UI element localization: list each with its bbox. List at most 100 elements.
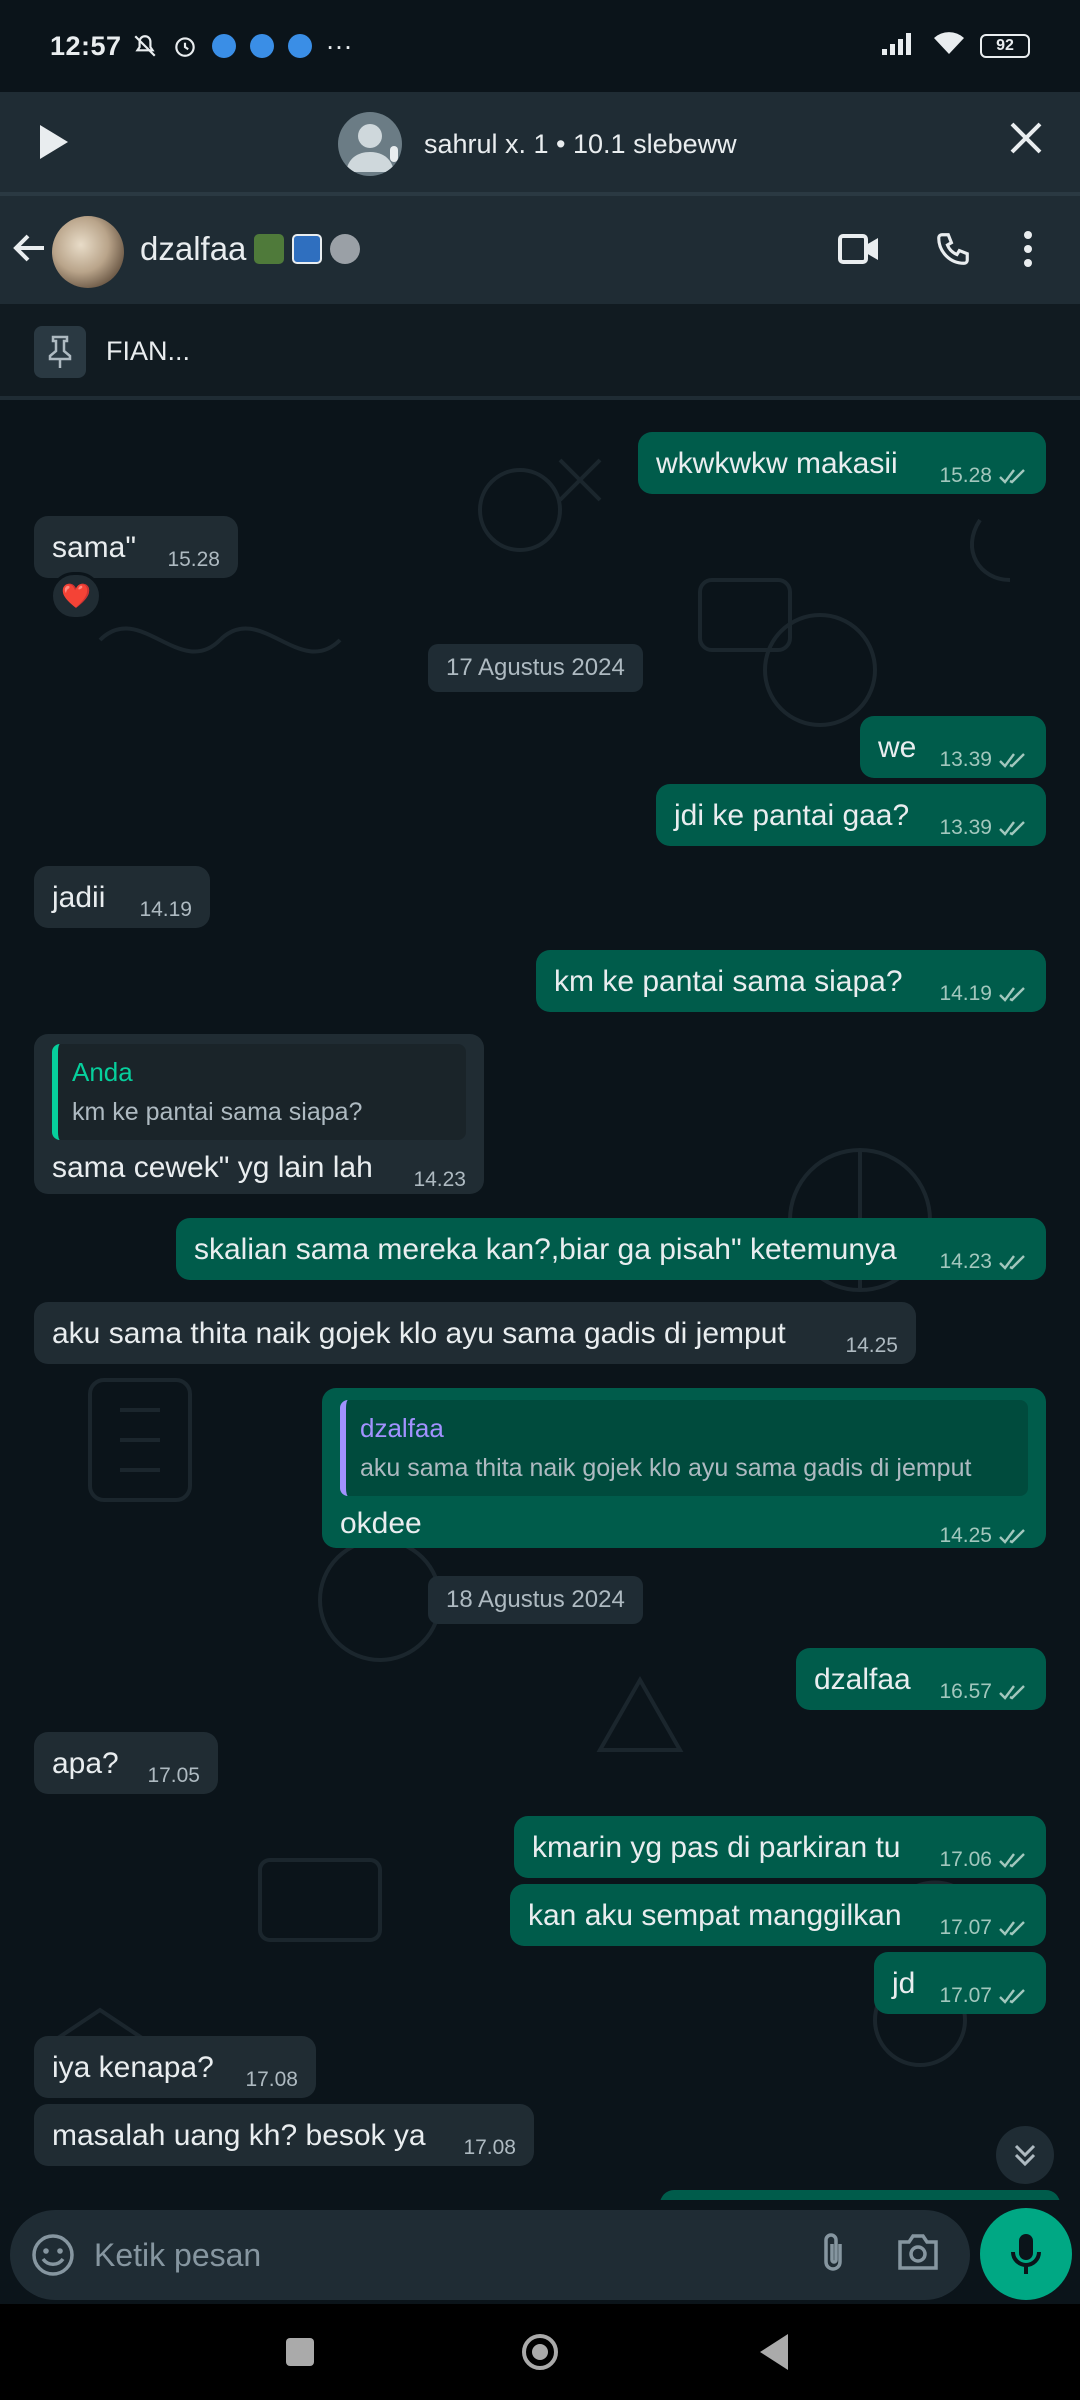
- caller-avatar: [338, 112, 402, 176]
- pin-icon: [34, 326, 86, 378]
- message-text: sama cewek" yg lain lah: [52, 1151, 373, 1184]
- message-time: 14.25: [939, 1524, 992, 1547]
- battery-icon: 92: [980, 34, 1030, 58]
- outgoing-message[interactable]: skalian sama mereka kan?,biar ga pisah" …: [176, 1218, 1046, 1280]
- dinosaur-emoji-icon: [254, 234, 285, 264]
- outgoing-message[interactable]: we 13.39: [860, 716, 1046, 778]
- message-time: 14.23: [413, 1168, 466, 1191]
- messenger-notification-icon: [211, 34, 236, 58]
- incoming-message[interactable]: jadii 14.19: [34, 866, 210, 928]
- message-time: 15.28: [167, 548, 220, 571]
- wifi-icon: [932, 30, 966, 63]
- message-text: jd: [892, 1967, 916, 2000]
- message-input-pill: [10, 2210, 970, 2300]
- chat-header: dzalfaa: [0, 192, 1080, 304]
- app-notification-icon: [287, 34, 312, 58]
- close-icon[interactable]: [1008, 120, 1044, 161]
- incoming-message[interactable]: aku sama thita naik gojek klo ayu sama g…: [34, 1302, 916, 1364]
- contact-avatar[interactable]: [52, 216, 124, 288]
- video-call-icon[interactable]: [838, 232, 880, 271]
- double-check-icon: [999, 1921, 1025, 1936]
- message-time: 17.07: [939, 1916, 992, 1939]
- telegram-notification-icon: [249, 34, 274, 58]
- message-text: dzalfaa: [814, 1663, 911, 1696]
- double-check-icon: [999, 1989, 1025, 2004]
- incoming-message[interactable]: apa? 17.05: [34, 1732, 218, 1794]
- incoming-reply-message[interactable]: Anda km ke pantai sama siapa? sama cewek…: [34, 1034, 484, 1194]
- quoted-message[interactable]: dzalfaa aku sama thita naik gojek klo ay…: [340, 1400, 1028, 1496]
- recents-icon[interactable]: [286, 2338, 314, 2366]
- outgoing-message[interactable]: kan aku sempat manggilkan 17.07: [510, 1884, 1046, 1946]
- camera-icon[interactable]: [896, 2232, 940, 2277]
- outgoing-message[interactable]: dzalfaa 16.57: [796, 1648, 1046, 1710]
- date-separator: 17 Agustus 2024: [428, 644, 643, 692]
- quoted-message[interactable]: Anda km ke pantai sama siapa?: [52, 1044, 466, 1140]
- message-time: 14.19: [139, 898, 192, 921]
- message-text: jadii: [52, 881, 106, 914]
- message-text: kan aku sempat manggilkan: [528, 1899, 902, 1932]
- double-check-icon: [999, 821, 1025, 836]
- partial-outgoing-message: [660, 2190, 1060, 2200]
- double-check-icon: [999, 1685, 1025, 1700]
- outgoing-message[interactable]: km ke pantai sama siapa? 14.19: [536, 950, 1046, 1012]
- quoted-sender: Anda: [72, 1057, 133, 1087]
- rock-emoji-icon: [330, 234, 361, 264]
- system-navigation-bar: [0, 2304, 1080, 2400]
- outgoing-reply-message[interactable]: dzalfaa aku sama thita naik gojek klo ay…: [322, 1388, 1046, 1548]
- double-check-icon: [999, 753, 1025, 768]
- message-time: 14.25: [845, 1334, 898, 1357]
- double-check-icon: [999, 469, 1025, 484]
- reaction-badge[interactable]: ❤️: [50, 572, 102, 620]
- message-composer: [0, 2200, 1080, 2304]
- message-text: jdi ke pantai gaa?: [674, 799, 910, 832]
- message-text: okdee: [340, 1507, 422, 1540]
- message-time: 13.39: [939, 816, 992, 839]
- ongoing-voice-chat-banner[interactable]: sahrul x. 1 • 10.1 slebeww: [0, 92, 1080, 192]
- outgoing-message[interactable]: jd 17.07: [874, 1952, 1046, 2014]
- chevrons-down-icon[interactable]: [996, 2126, 1054, 2184]
- pinned-message-text: FIAN...: [106, 336, 191, 366]
- mute-notification-icon: [132, 33, 158, 59]
- incoming-message[interactable]: sama" 15.28: [34, 516, 238, 578]
- home-icon[interactable]: [522, 2334, 558, 2370]
- double-check-icon: [999, 987, 1025, 1002]
- attach-icon[interactable]: [816, 2230, 850, 2281]
- message-text: km ke pantai sama siapa?: [554, 965, 903, 998]
- play-icon[interactable]: [36, 122, 72, 167]
- message-text: iya kenapa?: [52, 2051, 214, 2084]
- outgoing-message[interactable]: wkwkwkw makasii 15.28: [638, 432, 1046, 494]
- double-check-icon: [999, 1853, 1025, 1868]
- message-text: aku sama thita naik gojek klo ayu sama g…: [52, 1317, 786, 1350]
- call-banner-label: sahrul x. 1 • 10.1 slebeww: [424, 128, 737, 159]
- voice-call-icon[interactable]: [934, 230, 972, 273]
- outgoing-message[interactable]: jdi ke pantai gaa? 13.39: [656, 784, 1046, 846]
- message-time: 17.08: [245, 2068, 298, 2091]
- more-vertical-icon[interactable]: [1022, 230, 1034, 273]
- message-input[interactable]: [94, 2230, 774, 2280]
- message-time: 17.05: [147, 1764, 200, 1787]
- outgoing-message[interactable]: kmarin yg pas di parkiran tu 17.06: [514, 1816, 1046, 1878]
- message-time: 13.39: [939, 748, 992, 771]
- message-text: sama": [52, 531, 137, 564]
- back-icon[interactable]: [760, 2334, 788, 2370]
- message-text: masalah uang kh? besok ya: [52, 2119, 426, 2152]
- pinned-message-bar[interactable]: FIAN...: [0, 304, 1080, 400]
- message-text: kmarin yg pas di parkiran tu: [532, 1831, 901, 1864]
- contact-name[interactable]: dzalfaa: [140, 230, 361, 268]
- emoji-icon[interactable]: [30, 2232, 76, 2283]
- comet-emoji-icon: [292, 234, 323, 264]
- date-separator: 18 Agustus 2024: [428, 1576, 643, 1624]
- incoming-message[interactable]: iya kenapa? 17.08: [34, 2036, 316, 2098]
- back-arrow-icon[interactable]: [12, 230, 48, 271]
- message-time: 14.23: [939, 1250, 992, 1273]
- message-text: wkwkwkw makasii: [656, 447, 898, 480]
- mic-icon[interactable]: [980, 2208, 1072, 2300]
- message-text: skalian sama mereka kan?,biar ga pisah" …: [194, 1233, 897, 1266]
- incoming-message[interactable]: masalah uang kh? besok ya 17.08: [34, 2104, 534, 2166]
- signal-icon: [882, 31, 918, 62]
- quoted-text: km ke pantai sama siapa?: [72, 1098, 363, 1126]
- chat-area[interactable]: wkwkwkw makasii 15.28 sama" 15.28 ❤️ 17 …: [0, 400, 1080, 2200]
- message-time: 17.06: [939, 1848, 992, 1871]
- message-time: 14.19: [939, 982, 992, 1005]
- message-time: 15.28: [939, 464, 992, 487]
